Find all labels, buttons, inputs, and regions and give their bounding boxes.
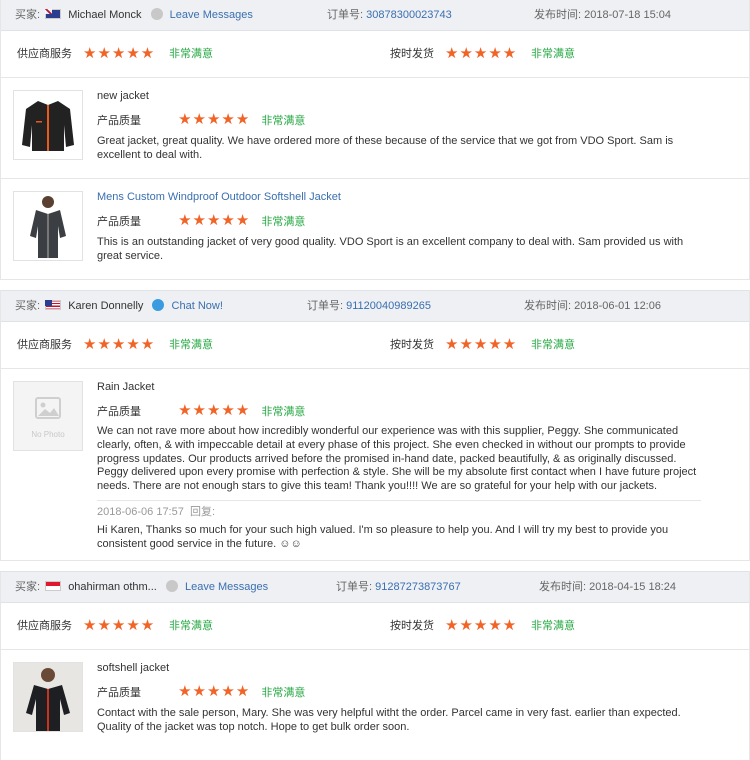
usa-flag-icon: [45, 300, 62, 310]
product-title-link[interactable]: Mens Custom Windproof Outdoor Softshell …: [97, 189, 709, 205]
leave-messages-link[interactable]: Leave Messages: [185, 581, 268, 593]
product-title: Rain Jacket: [97, 381, 155, 393]
supplier-service-label: 供应商服务: [17, 339, 72, 351]
product-review: Mens Custom Windproof Outdoor Softshell …: [1, 179, 749, 280]
supplier-service-satisfaction: 非常满意: [169, 48, 213, 60]
order-label: 订单号:: [336, 581, 373, 593]
buyer-name: ohahirman othm...: [68, 581, 157, 593]
buyer-name: Karen Donnelly: [68, 300, 144, 312]
product-image[interactable]: No Photo: [13, 381, 83, 451]
review-text: Contact with the sale person, Mary. She …: [97, 707, 681, 733]
published-label: 发布时间:: [539, 581, 587, 593]
leave-messages-link[interactable]: Leave Messages: [170, 9, 253, 21]
review-date: 2018-06-01 12:06: [574, 300, 661, 312]
product-quality-stars: ★★★★★: [178, 402, 251, 419]
buyer-label: 买家:: [15, 581, 41, 593]
person-jacket-icon: [30, 196, 66, 258]
supplier-service-stars: ★★★★★: [83, 336, 156, 353]
product-quality-stars: ★★★★★: [178, 111, 251, 128]
product-review: softshell jacket 产品质量 ★★★★★ 非常满意 Contact…: [1, 650, 749, 760]
review-text: Great jacket, great quality. We have ord…: [97, 135, 674, 161]
supplier-service-stars: ★★★★★: [83, 45, 156, 62]
singapore-flag-icon: [45, 581, 62, 591]
reply-date: 2018-06-06 17:57: [97, 505, 184, 518]
product-image[interactable]: [13, 90, 83, 160]
on-time-delivery-label: 按时发货: [390, 339, 434, 351]
review-header: 买家: Karen Donnelly Chat Now! 订单号: 911200…: [1, 290, 749, 322]
product-review: No Photo Rain Jacket 产品质量 ★★★★★ 非常满意 We …: [1, 369, 749, 561]
reply-text: Hi Karen, Thanks so much for your such h…: [97, 523, 669, 550]
australia-flag-icon: [45, 9, 62, 19]
supplier-reply: 2018-06-06 17:57 回复: Hi Karen, Thanks so…: [97, 499, 701, 551]
published-label: 发布时间:: [534, 9, 582, 21]
product-title: softshell jacket: [97, 662, 170, 674]
product-title: new jacket: [97, 90, 149, 102]
supplier-ratings: 供应商服务 ★★★★★ 非常满意 按时发货 ★★★★★ 非常满意: [1, 322, 749, 369]
review-card: 买家: Karen Donnelly Chat Now! 订单号: 911200…: [0, 290, 750, 561]
on-time-delivery-stars: ★★★★★: [445, 336, 518, 353]
review-text: This is an outstanding jacket of very go…: [97, 236, 684, 262]
on-time-delivery-label: 按时发货: [390, 620, 434, 632]
supplier-service-label: 供应商服务: [17, 48, 72, 60]
message-icon: [165, 580, 178, 592]
product-image[interactable]: [13, 662, 83, 732]
product-quality-satisfaction: 非常满意: [261, 687, 306, 699]
product-review: new jacket 产品质量 ★★★★★ 非常满意 Great jacket,…: [1, 78, 749, 179]
on-time-delivery-satisfaction: 非常满意: [531, 620, 575, 632]
order-number-link[interactable]: 91120040989265: [346, 300, 431, 312]
product-quality-stars: ★★★★★: [178, 683, 251, 700]
person-jacket-icon: [26, 668, 70, 731]
order-number-link[interactable]: 30878300023743: [366, 9, 452, 21]
supplier-service-satisfaction: 非常满意: [169, 620, 213, 632]
product-quality-satisfaction: 非常满意: [261, 115, 306, 127]
supplier-service-satisfaction: 非常满意: [169, 339, 213, 351]
no-photo-text: No Photo: [31, 430, 65, 439]
supplier-service-label: 供应商服务: [17, 620, 72, 632]
product-quality-label: 产品质量: [97, 406, 141, 418]
jacket-icon: [22, 101, 74, 151]
order-number-link[interactable]: 91287273873767: [375, 581, 461, 593]
product-quality-stars: ★★★★★: [178, 212, 251, 229]
chat-now-link[interactable]: Chat Now!: [172, 300, 223, 312]
product-image[interactable]: [13, 191, 83, 261]
reply-label: 回复:: [189, 505, 216, 518]
on-time-delivery-label: 按时发货: [390, 48, 434, 60]
supplier-ratings: 供应商服务 ★★★★★ 非常满意 按时发货 ★★★★★ 非常满意: [1, 603, 749, 650]
on-time-delivery-satisfaction: 非常满意: [531, 48, 575, 60]
product-quality-label: 产品质量: [97, 687, 141, 699]
product-quality-label: 产品质量: [97, 216, 141, 228]
review-header: 买家: Michael Monck Leave Messages 订单号: 30…: [1, 0, 749, 31]
published-label: 发布时间:: [524, 300, 572, 312]
buyer-label: 买家:: [15, 9, 41, 21]
review-date: 2018-04-15 18:24: [589, 581, 676, 593]
supplier-ratings: 供应商服务 ★★★★★ 非常满意 按时发货 ★★★★★ 非常满意: [1, 31, 749, 78]
review-date: 2018-07-18 15:04: [584, 9, 671, 21]
on-time-delivery-satisfaction: 非常满意: [531, 339, 575, 351]
product-quality-satisfaction: 非常满意: [261, 406, 306, 418]
review-card: 买家: Michael Monck Leave Messages 订单号: 30…: [0, 0, 750, 280]
review-text: We can not rave more about how incredibl…: [97, 425, 697, 493]
on-time-delivery-stars: ★★★★★: [445, 617, 518, 634]
product-quality-label: 产品质量: [97, 115, 141, 127]
buyer-label: 买家:: [15, 300, 41, 312]
no-photo-icon: [35, 397, 61, 419]
order-label: 订单号:: [307, 300, 344, 312]
buyer-name: Michael Monck: [68, 9, 142, 21]
review-header: 买家: ohahirman othm... Leave Messages 订单号…: [1, 571, 749, 603]
order-label: 订单号:: [327, 9, 364, 21]
review-card: 买家: ohahirman othm... Leave Messages 订单号…: [0, 571, 750, 760]
product-quality-satisfaction: 非常满意: [261, 216, 306, 228]
chat-icon: [152, 299, 165, 311]
on-time-delivery-stars: ★★★★★: [445, 45, 518, 62]
supplier-service-stars: ★★★★★: [83, 617, 156, 634]
message-icon: [150, 8, 163, 20]
